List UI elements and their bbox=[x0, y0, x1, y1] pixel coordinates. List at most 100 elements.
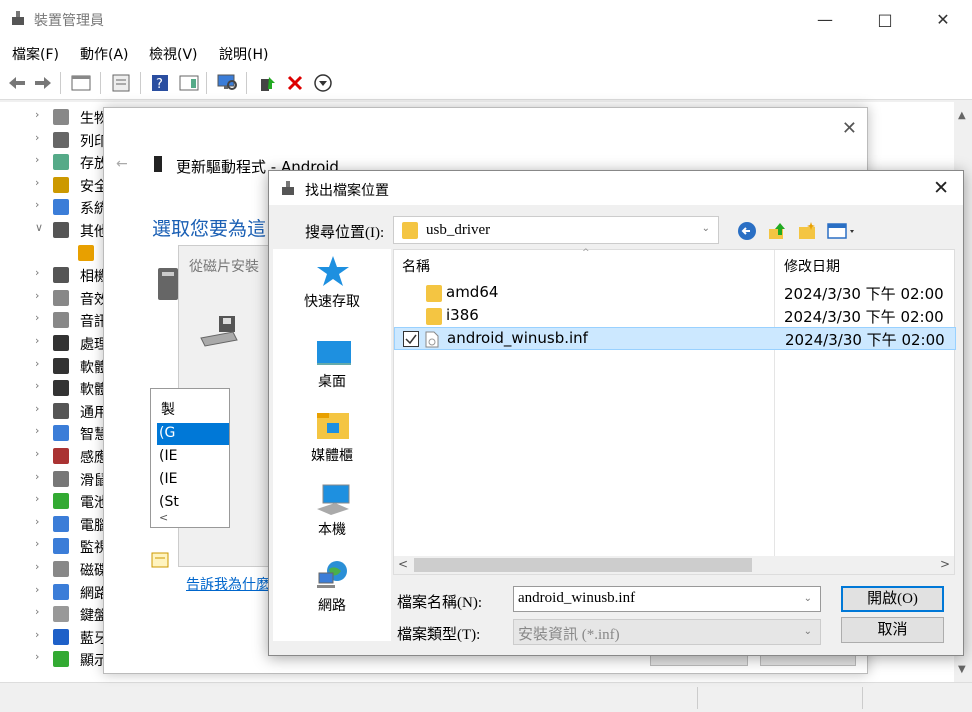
chevron-down-icon[interactable]: ∨ bbox=[35, 221, 43, 234]
chevron-right-icon[interactable]: › bbox=[35, 266, 39, 279]
chevron-right-icon[interactable]: › bbox=[35, 108, 39, 121]
list-item[interactable]: (IE bbox=[159, 471, 177, 487]
update-dialog-close-icon[interactable]: ✕ bbox=[842, 118, 857, 139]
tree-item[interactable]: › 列印 bbox=[0, 128, 110, 151]
tree-item[interactable]: › 顯示 bbox=[0, 647, 110, 670]
look-in-dropdown[interactable]: usb_driver ⌄ bbox=[393, 216, 719, 244]
chevron-right-icon[interactable]: › bbox=[35, 379, 39, 392]
chevron-right-icon[interactable]: › bbox=[35, 537, 39, 550]
tree-item[interactable]: › 磁碟 bbox=[0, 557, 110, 580]
menu-help[interactable]: 說明(H) bbox=[219, 44, 268, 64]
chevron-right-icon[interactable]: › bbox=[35, 605, 39, 618]
filename-input[interactable]: android_winusb.inf ⌄ bbox=[513, 586, 821, 612]
tree-item[interactable]: › 電腦 bbox=[0, 512, 110, 535]
tree-item[interactable]: › 滑鼠 bbox=[0, 467, 110, 490]
help-icon[interactable]: ? bbox=[149, 72, 171, 94]
tree-item[interactable]: › 藍牙 bbox=[0, 625, 110, 648]
up-folder-icon[interactable] bbox=[767, 221, 787, 241]
properties-view-icon[interactable] bbox=[70, 72, 92, 94]
menu-view[interactable]: 檢視(V) bbox=[149, 44, 198, 64]
list-item[interactable]: (G bbox=[159, 425, 175, 441]
tree-item[interactable]: › 軟體 bbox=[0, 376, 110, 399]
scan-hardware-icon[interactable] bbox=[216, 72, 238, 94]
chevron-right-icon[interactable]: › bbox=[35, 447, 39, 460]
tree-item[interactable]: › 鍵盤 bbox=[0, 602, 110, 625]
chevron-right-icon[interactable]: › bbox=[35, 515, 39, 528]
file-dialog-close-icon[interactable]: ✕ bbox=[933, 177, 949, 199]
chevron-right-icon[interactable]: › bbox=[35, 583, 39, 596]
tree-item[interactable]: › 存放 bbox=[0, 150, 110, 173]
chevron-down-icon[interactable]: ⌄ bbox=[804, 593, 812, 604]
tree-item[interactable]: › 監視 bbox=[0, 534, 110, 557]
place-libraries[interactable]: 媒體櫃 bbox=[273, 405, 391, 477]
properties-icon[interactable] bbox=[110, 72, 132, 94]
tree-item[interactable]: › 軟體 bbox=[0, 354, 110, 377]
file-row[interactable]: i386 2024/3/30 下午 02:00 bbox=[394, 304, 956, 327]
place-this-pc[interactable]: 本機 bbox=[273, 479, 391, 551]
chevron-right-icon[interactable]: › bbox=[35, 334, 39, 347]
tree-item[interactable]: › 網路 bbox=[0, 580, 110, 603]
column-header-date[interactable]: 修改日期 bbox=[784, 256, 840, 276]
tree-item[interactable]: › 音效 bbox=[0, 286, 110, 309]
chevron-right-icon[interactable]: › bbox=[35, 560, 39, 573]
list-item[interactable]: (St bbox=[159, 494, 179, 510]
column-header-name[interactable]: 名稱 bbox=[402, 256, 430, 276]
chevron-right-icon[interactable]: › bbox=[35, 198, 39, 211]
enable-device-icon[interactable] bbox=[312, 72, 334, 94]
tree-item[interactable]: › 音訊 bbox=[0, 308, 110, 331]
chevron-right-icon[interactable]: › bbox=[35, 311, 39, 324]
list-item[interactable]: (IE bbox=[159, 448, 177, 464]
cancel-button[interactable]: 取消 bbox=[841, 617, 944, 643]
chevron-right-icon[interactable]: › bbox=[35, 492, 39, 505]
maximize-button[interactable]: □ bbox=[862, 0, 908, 38]
chevron-right-icon[interactable]: › bbox=[35, 628, 39, 641]
view-menu-icon[interactable] bbox=[825, 221, 857, 241]
tree-item[interactable]: › 相機 bbox=[0, 263, 110, 286]
scroll-thumb[interactable] bbox=[414, 558, 752, 572]
update-driver-icon[interactable] bbox=[256, 72, 278, 94]
chevron-right-icon[interactable]: › bbox=[35, 424, 39, 437]
tree-item[interactable]: › 感應 bbox=[0, 444, 110, 467]
new-folder-icon[interactable] bbox=[797, 221, 817, 241]
tree-item[interactable]: ∨ 其他 bbox=[0, 218, 110, 241]
device-category-icon bbox=[78, 244, 94, 261]
tree-item[interactable]: › 電池 bbox=[0, 489, 110, 512]
place-network[interactable]: 網路 bbox=[273, 555, 391, 627]
back-icon[interactable] bbox=[6, 72, 28, 94]
uninstall-icon[interactable] bbox=[284, 72, 306, 94]
chevron-right-icon[interactable]: › bbox=[35, 650, 39, 663]
model-list[interactable]: 製 (G (IE (IE (St < bbox=[150, 388, 230, 528]
chevron-right-icon[interactable]: › bbox=[35, 176, 39, 189]
filetype-dropdown[interactable]: 安裝資訊 (*.inf) ⌄ bbox=[513, 619, 821, 645]
place-desktop[interactable]: 桌面 bbox=[273, 331, 391, 403]
checkbox-icon[interactable] bbox=[403, 331, 419, 347]
chevron-right-icon[interactable]: › bbox=[35, 357, 39, 370]
open-button[interactable]: 開啟(O) bbox=[841, 586, 944, 612]
tree-item[interactable]: › 通用 bbox=[0, 399, 110, 422]
file-row[interactable]: amd64 2024/3/30 下午 02:00 bbox=[394, 281, 956, 304]
horizontal-scrollbar[interactable]: < > bbox=[394, 556, 954, 574]
why-link[interactable]: 告訴我為什麼 bbox=[186, 574, 270, 594]
close-button[interactable]: ✕ bbox=[920, 0, 966, 38]
file-row-selected[interactable]: android_winusb.inf 2024/3/30 下午 02:00 bbox=[394, 327, 956, 350]
forward-icon[interactable] bbox=[32, 72, 54, 94]
chevron-right-icon[interactable]: › bbox=[35, 131, 39, 144]
tree-item[interactable]: › 智慧 bbox=[0, 421, 110, 444]
chevron-right-icon[interactable]: › bbox=[35, 153, 39, 166]
back-arrow-icon[interactable]: ← bbox=[116, 156, 128, 172]
chevron-right-icon[interactable]: › bbox=[35, 402, 39, 415]
back-icon[interactable] bbox=[737, 221, 757, 241]
tree-item[interactable]: › 生物 bbox=[0, 105, 110, 128]
tree-item[interactable] bbox=[0, 241, 110, 264]
tree-item[interactable]: › 安全 bbox=[0, 173, 110, 196]
chevron-right-icon[interactable]: › bbox=[35, 289, 39, 302]
action-pane-icon[interactable] bbox=[178, 72, 200, 94]
place-quick-access[interactable]: 快速存取 bbox=[273, 251, 391, 323]
tree-item[interactable]: › 系統 bbox=[0, 195, 110, 218]
tree-item[interactable]: › 處理 bbox=[0, 331, 110, 354]
menu-action[interactable]: 動作(A) bbox=[80, 44, 129, 64]
menu-file[interactable]: 檔案(F) bbox=[12, 44, 59, 64]
minimize-button[interactable]: — bbox=[802, 0, 848, 38]
chevron-right-icon[interactable]: › bbox=[35, 470, 39, 483]
file-list[interactable]: 名稱 ^ 修改日期 amd64 2024/3/30 下午 02:00 i386 … bbox=[393, 248, 956, 575]
